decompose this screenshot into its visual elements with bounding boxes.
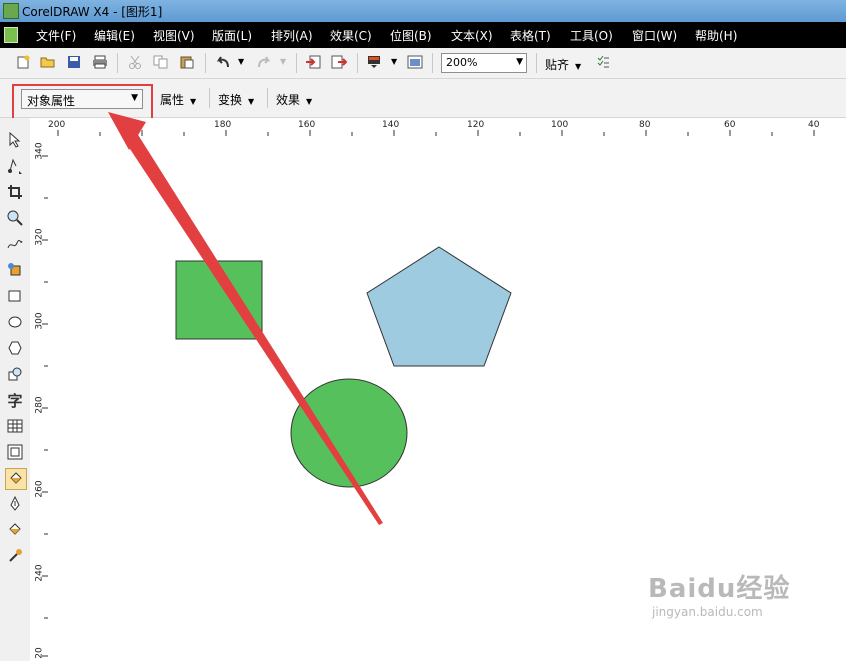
annotation-arrow-shaft [122,130,383,525]
annotation-arrow [108,112,383,525]
watermark-logo: Baidu经验 [648,574,791,604]
baidu-watermark: Baidu经验 jingyan.baidu.com [648,568,790,619]
watermark-url: jingyan.baidu.com [652,605,763,619]
